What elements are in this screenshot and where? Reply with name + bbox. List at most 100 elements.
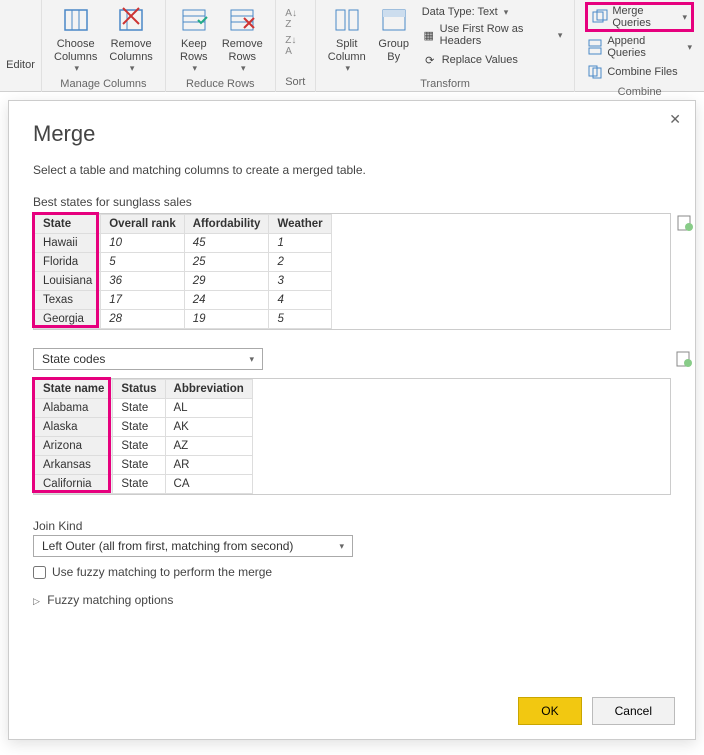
table-cell[interactable]: Alabama: [35, 399, 113, 418]
sort-desc-button[interactable]: Z↓A: [281, 33, 309, 59]
table2[interactable]: State nameStatusAbbreviationAlabamaState…: [34, 379, 253, 494]
column-header[interactable]: Abbreviation: [165, 380, 252, 399]
reduce-rows-group: Keep Rows▾ Remove Rows▾ Reduce Rows: [166, 0, 276, 92]
transform-group: Split Column▾ Group By Data Type: Text▾ …: [316, 0, 576, 92]
column-header[interactable]: State: [35, 215, 101, 234]
table-cell[interactable]: 29: [184, 272, 269, 291]
table-cell[interactable]: Hawaii: [35, 234, 101, 253]
remove-columns-button[interactable]: Remove Columns▾: [103, 2, 158, 76]
combine-files-button[interactable]: Combine Files: [585, 62, 694, 82]
choose-columns-button[interactable]: Choose Columns▾: [48, 2, 103, 76]
replace-icon: ⟳: [422, 52, 438, 68]
remove-rows-icon: [226, 4, 258, 36]
keep-rows-icon: [178, 4, 210, 36]
table-cell[interactable]: Louisiana: [35, 272, 101, 291]
join-kind-select[interactable]: Left Outer (all from first, matching fro…: [33, 535, 353, 557]
data-type-button[interactable]: Data Type: Text▾: [420, 4, 565, 20]
column-header[interactable]: Status: [113, 380, 165, 399]
table-cell[interactable]: State: [113, 475, 165, 494]
table-cell[interactable]: Arizona: [35, 437, 113, 456]
table-cell[interactable]: State: [113, 456, 165, 475]
table-row[interactable]: Georgia28195: [35, 310, 332, 329]
table2-select[interactable]: State codes ▾: [33, 348, 263, 370]
table-cell[interactable]: Arkansas: [35, 456, 113, 475]
table-cell[interactable]: 1: [269, 234, 331, 253]
column-header[interactable]: Overall rank: [101, 215, 184, 234]
table-cell[interactable]: 17: [101, 291, 184, 310]
table-cell[interactable]: California: [35, 475, 113, 494]
table-cell[interactable]: CA: [165, 475, 252, 494]
fuzzy-options-toggle[interactable]: ▷ Fuzzy matching options: [33, 593, 671, 607]
replace-values-button[interactable]: ⟳ Replace Values: [420, 50, 565, 70]
table-row[interactable]: CaliforniaStateCA: [35, 475, 253, 494]
table-cell[interactable]: 19: [184, 310, 269, 329]
table-cell[interactable]: 28: [101, 310, 184, 329]
close-button[interactable]: ✕: [669, 111, 681, 128]
table-row[interactable]: AlaskaStateAK: [35, 418, 253, 437]
table-cell[interactable]: AK: [165, 418, 252, 437]
table-cell[interactable]: 5: [101, 253, 184, 272]
table-cell[interactable]: AL: [165, 399, 252, 418]
table-cell[interactable]: 24: [184, 291, 269, 310]
editor-label: Editor: [0, 33, 41, 74]
merge-queries-button[interactable]: Merge Queries▾: [585, 2, 694, 32]
first-row-headers-button[interactable]: ▦ Use First Row as Headers▾: [420, 21, 565, 49]
dialog-desc: Select a table and matching columns to c…: [33, 163, 671, 177]
group-by-icon: [378, 4, 410, 36]
table-columns-icon: [60, 4, 92, 36]
ok-button[interactable]: OK: [518, 697, 581, 725]
table2-preview: State nameStatusAbbreviationAlabamaState…: [33, 378, 671, 495]
column-header[interactable]: Weather: [269, 215, 331, 234]
merge-dialog: ✕ Merge Select a table and matching colu…: [8, 100, 696, 740]
triangle-right-icon: ▷: [33, 596, 40, 606]
table-row[interactable]: AlabamaStateAL: [35, 399, 253, 418]
table-cell[interactable]: 4: [269, 291, 331, 310]
table-cell[interactable]: 36: [101, 272, 184, 291]
sort-asc-button[interactable]: A↓Z: [281, 6, 309, 32]
table-row[interactable]: ArkansasStateAR: [35, 456, 253, 475]
column-header[interactable]: Affordability: [184, 215, 269, 234]
table-row[interactable]: Florida5252: [35, 253, 332, 272]
table-cell[interactable]: 2: [269, 253, 331, 272]
table-cell[interactable]: 5: [269, 310, 331, 329]
table-cell[interactable]: State: [113, 399, 165, 418]
group-by-button[interactable]: Group By: [372, 2, 416, 65]
table-cell[interactable]: Georgia: [35, 310, 101, 329]
append-queries-icon: [587, 39, 603, 55]
keep-rows-button[interactable]: Keep Rows▾: [172, 2, 216, 76]
preview-options-icon[interactable]: [676, 214, 694, 232]
table-cell[interactable]: AR: [165, 456, 252, 475]
column-header[interactable]: State name: [35, 380, 113, 399]
table-cell[interactable]: Texas: [35, 291, 101, 310]
fuzzy-matching-label: Use fuzzy matching to perform the merge: [52, 565, 272, 579]
remove-rows-button[interactable]: Remove Rows▾: [216, 2, 269, 76]
table-cell[interactable]: 10: [101, 234, 184, 253]
table1[interactable]: StateOverall rankAffordabilityWeatherHaw…: [34, 214, 332, 329]
table-cell[interactable]: Alaska: [35, 418, 113, 437]
remove-columns-icon: [115, 4, 147, 36]
table1-preview: StateOverall rankAffordabilityWeatherHaw…: [33, 213, 671, 330]
append-queries-button[interactable]: Append Queries▾: [585, 33, 694, 61]
chevron-down-icon: ▾: [339, 541, 344, 552]
table-cell[interactable]: AZ: [165, 437, 252, 456]
table-cell[interactable]: State: [113, 418, 165, 437]
fuzzy-matching-checkbox[interactable]: [33, 566, 46, 579]
table-cell[interactable]: 25: [184, 253, 269, 272]
table-row[interactable]: ArizonaStateAZ: [35, 437, 253, 456]
table-row[interactable]: Texas17244: [35, 291, 332, 310]
table-cell[interactable]: Florida: [35, 253, 101, 272]
cancel-button[interactable]: Cancel: [592, 697, 675, 725]
table-cell[interactable]: State: [113, 437, 165, 456]
sort-group: A↓Z Z↓A Sort: [276, 0, 316, 92]
headers-icon: ▦: [422, 27, 436, 43]
combine-group: Merge Queries▾ Append Queries▾ Combine F…: [575, 0, 704, 92]
split-column-button[interactable]: Split Column▾: [322, 2, 372, 76]
table-cell[interactable]: 3: [269, 272, 331, 291]
chevron-down-icon: ▾: [249, 354, 254, 365]
preview-options-icon[interactable]: [675, 350, 693, 371]
dialog-title: Merge: [33, 121, 671, 147]
table-row[interactable]: Louisiana36293: [35, 272, 332, 291]
merge-queries-icon: [592, 9, 608, 25]
table-cell[interactable]: 45: [184, 234, 269, 253]
table-row[interactable]: Hawaii10451: [35, 234, 332, 253]
